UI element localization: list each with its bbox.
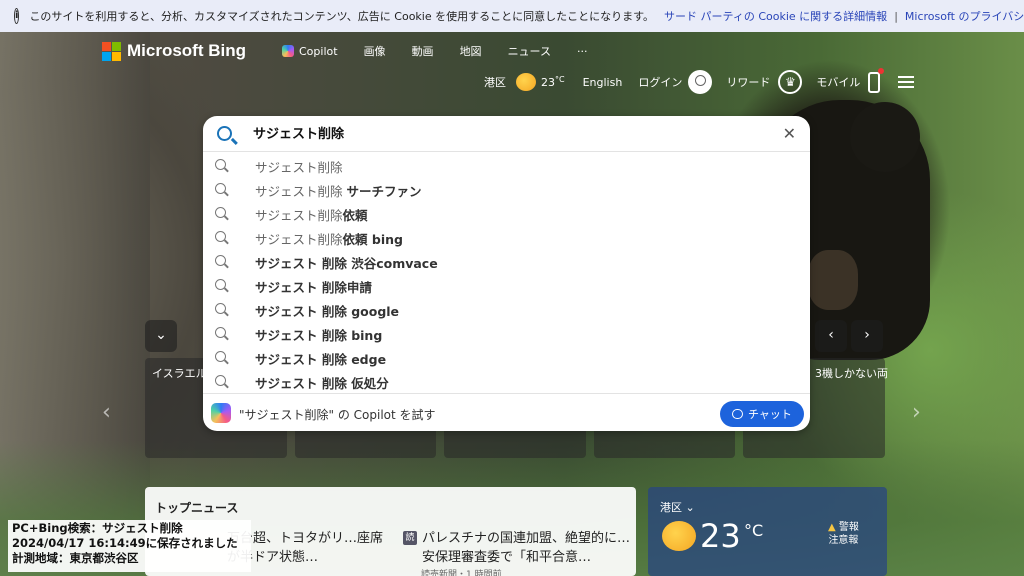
top-nav: Copilot 画像 動画 地図 ニュース ···: [282, 43, 588, 59]
search-icon: [215, 351, 226, 362]
suggestion-item[interactable]: サジェスト 削除 google: [203, 298, 810, 322]
info-icon: i: [14, 8, 20, 24]
weather-alert-line2: 注意報: [828, 535, 859, 546]
watermark-line: 2024/04/17 16:14:49に保存されました: [12, 536, 238, 550]
search-icon: [215, 183, 226, 194]
chat-button-label: チャット: [748, 408, 792, 421]
suggestion-item[interactable]: サジェスト 削除 渋谷comvace: [203, 250, 810, 274]
copilot-icon: [282, 45, 294, 57]
weather-temperature: 23: [700, 517, 741, 555]
language-link[interactable]: English: [583, 76, 623, 89]
search-icon: [215, 279, 226, 290]
weather-location[interactable]: 港区: [484, 74, 506, 90]
search-icon: [215, 207, 226, 218]
weather-unit: °C: [744, 521, 764, 540]
watermark-line: PC+Bing検索：サジェスト削除: [12, 521, 183, 535]
chat-bubble-icon: [732, 409, 744, 419]
logo-text: Microsoft Bing: [127, 41, 246, 60]
suggestion-item[interactable]: サジェスト 削除 edge: [203, 346, 810, 370]
capture-watermark: PC+Bing検索：サジェスト削除 2024/04/17 16:14:49に保存…: [8, 520, 251, 572]
search-icon: [215, 303, 226, 314]
cookie-separator: |: [894, 9, 898, 23]
carousel-next-button[interactable]: ›: [851, 320, 883, 352]
carousel-prev-button[interactable]: ‹: [815, 320, 847, 352]
collapse-chevron-icon[interactable]: ⌄: [145, 320, 177, 352]
news-source: 読売新聞・1 時間前: [421, 570, 502, 576]
suggestion-item[interactable]: サジェスト削除: [203, 154, 810, 178]
nav-maps[interactable]: 地図: [460, 43, 482, 59]
suggestion-item[interactable]: サジェスト削除依頼: [203, 202, 810, 226]
news-headline-text: パレスチナの国連加盟、絶望的に…安保理審査委で「和平合意…: [422, 531, 631, 565]
top-news-header: トップニュース: [155, 501, 239, 515]
nav-images[interactable]: 画像: [364, 43, 386, 59]
nav-videos[interactable]: 動画: [412, 43, 434, 59]
nav-more[interactable]: ···: [577, 43, 588, 59]
background-bear-ear: [850, 102, 920, 172]
news-headline[interactable]: 読 パレスチナの国連加盟、絶望的に…安保理審査委で「和平合意…: [403, 529, 633, 567]
suggestion-item[interactable]: サジェスト削除依頼 bing: [203, 226, 810, 250]
warning-icon: ▲: [828, 522, 836, 533]
suggestion-item[interactable]: サジェスト 削除 bing: [203, 322, 810, 346]
nav-copilot[interactable]: Copilot: [282, 43, 338, 59]
privacy-policy-link[interactable]: Microsoft のプライバシー ポリシー: [905, 8, 1024, 24]
left-arrow-icon[interactable]: ‹: [102, 400, 111, 425]
third-party-cookie-link[interactable]: サード パーティの Cookie に関する詳細情報: [664, 8, 887, 24]
publisher-logo-icon: 読: [403, 531, 417, 545]
search-bar: ✕: [203, 116, 810, 152]
partly-cloudy-large-icon: [662, 521, 696, 551]
rewards-link[interactable]: リワード: [726, 74, 770, 90]
suggestion-item[interactable]: サジェスト削除 サーチファン: [203, 178, 810, 202]
copilot-icon: [211, 403, 231, 423]
nav-news[interactable]: ニュース: [508, 43, 551, 59]
avatar-icon[interactable]: [688, 70, 713, 94]
bing-logo[interactable]: Microsoft Bing: [102, 41, 246, 61]
search-icon: [215, 375, 226, 386]
header-right: 港区 23 °C English ログイン リワード ♛ モバイル: [484, 67, 915, 94]
news-card-label: イスラエル: [152, 367, 207, 380]
header-temperature-unit: °C: [555, 74, 565, 84]
weather-alert[interactable]: ▲ 警報 注意報: [828, 521, 859, 547]
phone-icon[interactable]: [868, 67, 885, 93]
cookie-banner: i このサイトを利用すると、分析、カスタマイズされたコンテンツ、広告に Cook…: [0, 0, 1024, 32]
copilot-suggestion-row[interactable]: "サジェスト削除" の Copilot を試す チャット: [203, 393, 810, 431]
trophy-icon[interactable]: ♛: [778, 70, 803, 94]
search-icon[interactable]: [217, 126, 232, 141]
right-arrow-icon[interactable]: ›: [912, 400, 921, 425]
search-input[interactable]: [253, 125, 753, 140]
nav-copilot-label: Copilot: [299, 44, 338, 58]
search-icon: [215, 327, 226, 338]
login-link[interactable]: ログイン: [638, 74, 682, 90]
clear-icon[interactable]: ✕: [783, 124, 796, 143]
search-icon: [215, 231, 226, 242]
background-bear-snout: [808, 250, 858, 310]
menu-icon[interactable]: [898, 76, 915, 88]
search-icon: [215, 255, 226, 266]
weather-panel[interactable]: 港区 ⌄ 23 °C ▲ 警報 注意報: [648, 487, 887, 576]
suggestion-item[interactable]: サジェスト 削除申請: [203, 274, 810, 298]
news-headline[interactable]: 万台超、トヨタがリ…座席が半ドア状態…: [227, 529, 387, 567]
mobile-link[interactable]: モバイル: [816, 74, 860, 90]
search-icon: [215, 159, 226, 170]
header-temperature[interactable]: 23: [541, 76, 555, 89]
cookie-text: このサイトを利用すると、分析、カスタマイズされたコンテンツ、広告に Cookie…: [29, 10, 655, 23]
suggestion-item[interactable]: サジェスト 削除 仮処分: [203, 370, 810, 394]
search-dropdown: ✕ サジェスト削除 サジェスト削除 サーチファン サジェスト削除依頼 サジェスト…: [203, 116, 810, 431]
weather-panel-location[interactable]: 港区 ⌄: [660, 499, 695, 515]
watermark-line: 計測地域：東京都渋谷区: [12, 551, 139, 565]
partly-cloudy-icon: [516, 73, 536, 91]
weather-alert-line1: 警報: [838, 522, 859, 533]
copilot-prompt-text: "サジェスト削除" の Copilot を試す: [239, 408, 436, 422]
news-card-label: 3機しかない両: [815, 367, 888, 380]
microsoft-logo-icon: [102, 41, 121, 61]
chat-button[interactable]: チャット: [720, 401, 804, 427]
